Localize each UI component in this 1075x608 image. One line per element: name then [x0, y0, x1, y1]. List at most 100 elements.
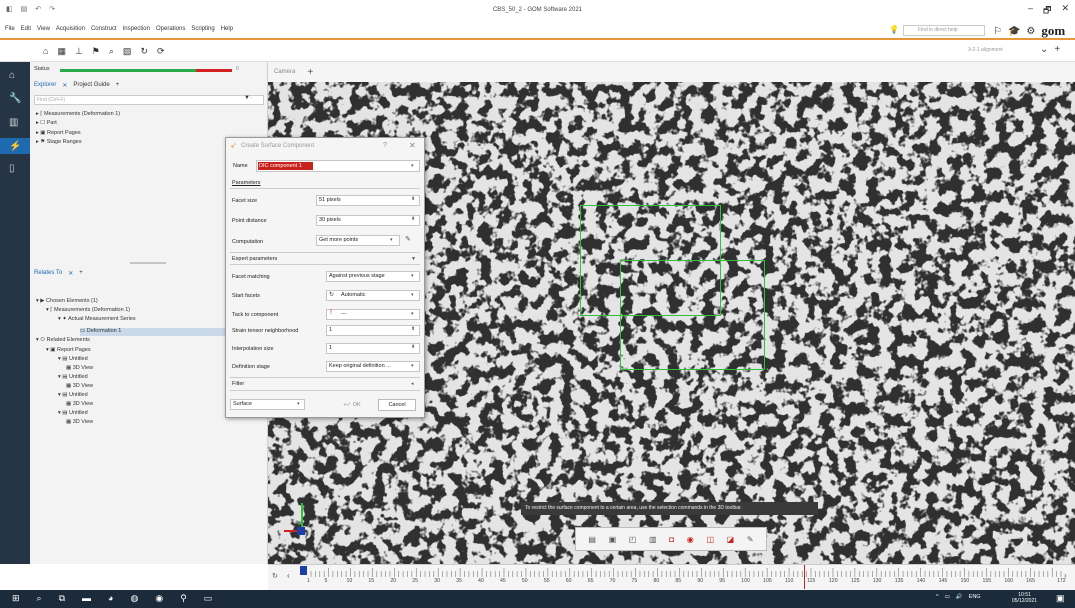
select-invert-icon[interactable]: ▥ [649, 535, 657, 544]
related-item[interactable]: ▾ ✦ Actual Measurement Series [58, 316, 136, 322]
add-tab-icon[interactable]: + [79, 270, 83, 277]
select-circle-icon[interactable]: ◉ [687, 535, 694, 544]
home-tool-icon[interactable]: ⌂ [43, 46, 48, 57]
network-icon[interactable]: ▭ [945, 594, 950, 600]
chevron-down-icon[interactable]: ▾ [297, 401, 300, 407]
related-item[interactable]: ▾ ▤ Untitled [58, 356, 88, 362]
stepper-icon[interactable]: ⬍ [411, 216, 415, 222]
tree-item-stage-ranges[interactable]: ▸ ⚑ Stage Ranges [36, 139, 82, 145]
related-item[interactable]: ▾ ⬭ Related Elements [36, 337, 90, 344]
related-item[interactable]: ▾ ▶ Chosen Elements (1) [36, 298, 98, 304]
related-item[interactable]: ▦ 3D View [66, 419, 93, 425]
facet-region-2[interactable] [620, 260, 765, 370]
graduation-cap-icon[interactable]: 🎓 [1008, 26, 1020, 37]
app-icon[interactable]: ◉ [155, 593, 163, 604]
tab-camera[interactable]: Camera [274, 69, 295, 75]
surface-select[interactable]: Surface [230, 399, 305, 410]
ok-button[interactable]: +✓ OK [334, 399, 370, 411]
close-icon[interactable]: ✕ [62, 82, 67, 89]
volume-icon[interactable]: 🔊 [956, 594, 963, 600]
facet-size-field[interactable]: 51 pixels [316, 195, 420, 206]
expert-parameters-heading[interactable]: Expert parameters [232, 256, 277, 262]
select-surface-icon[interactable]: ◘ [669, 535, 674, 544]
timeline-current-marker[interactable] [300, 566, 307, 575]
chevron-up-icon[interactable]: ^ [936, 594, 939, 600]
clock[interactable]: 10:51 05/12/2021 [1012, 592, 1037, 604]
cancel-button[interactable]: Cancel [378, 399, 416, 411]
related-item[interactable]: ▦ 3D View [66, 401, 93, 407]
inspect-icon[interactable]: ⚡ [9, 141, 21, 152]
chevron-left-icon[interactable]: ‹ [287, 571, 290, 580]
file-explorer-icon[interactable]: ▬ [82, 593, 91, 604]
dialog-close-icon[interactable]: ✕ [409, 141, 416, 150]
menu-operations[interactable]: Operations [156, 26, 185, 32]
related-item[interactable]: ▭ Deformation 1 [80, 328, 121, 334]
tree-item-report-pages[interactable]: ▸ ▣ Report Pages [36, 130, 81, 136]
edit-icon[interactable]: ✎ [405, 235, 411, 243]
chart-icon[interactable]: ▥ [9, 117, 18, 128]
menu-edit[interactable]: Edit [21, 26, 31, 32]
related-item[interactable]: ▦ 3D View [66, 365, 93, 371]
help-icon[interactable]: 💡 [889, 25, 899, 34]
point-distance-field[interactable]: 30 pixels [316, 215, 420, 226]
menu-file[interactable]: File [5, 26, 15, 32]
search-tool-icon[interactable]: ⌕ [109, 46, 114, 57]
add-tab-icon[interactable]: + [307, 67, 313, 78]
explorer-find-input[interactable]: Find (Ctrl+F) [34, 95, 264, 105]
related-item[interactable]: ▾ ▤ Untitled [58, 374, 88, 380]
chrome-icon[interactable]: ◕ [108, 593, 113, 604]
chevron-down-icon[interactable]: ▾ [411, 273, 414, 279]
alignment-selector[interactable]: 3-2-1 alignment [968, 47, 1003, 53]
add-icon[interactable]: + [1054, 44, 1060, 55]
related-item[interactable]: ▾ ⌈ Measurements (Deformation 1) [46, 307, 130, 313]
image-tool-icon[interactable]: ▧ [123, 46, 132, 57]
notification-icon[interactable]: ▣ [1056, 593, 1065, 604]
chevron-down-icon[interactable]: ▾ [390, 237, 393, 243]
windows-start-icon[interactable]: ⊞ [12, 593, 20, 604]
select-poly-icon[interactable]: ◰ [629, 535, 637, 544]
start-facets-select[interactable]: Automatic [326, 290, 420, 301]
deselect-icon[interactable]: ◪ [727, 535, 735, 544]
strain-field[interactable]: 1 [326, 325, 420, 336]
search-app-icon[interactable]: ⚲ [180, 593, 187, 604]
menu-view[interactable]: View [37, 26, 50, 32]
close-icon[interactable]: ✕ [68, 270, 73, 277]
related-item[interactable]: ▦ 3D View [66, 383, 93, 389]
chevron-down-icon[interactable]: ▾ [411, 163, 414, 169]
menu-acquisition[interactable]: Acquisition [56, 26, 85, 32]
select-all-icon[interactable]: ▤ [588, 535, 596, 544]
minimize-button[interactable]: – [1028, 3, 1033, 19]
tab-explorer[interactable]: Explorer [34, 82, 56, 89]
stepper-icon[interactable]: ⬍ [411, 326, 415, 332]
expand-icon[interactable]: ◂ [411, 381, 414, 387]
chevron-down-icon[interactable]: ▾ [411, 292, 414, 298]
flag-tool-icon[interactable]: ⚑ [92, 46, 100, 57]
settings-icon[interactable]: ⚙ [1026, 26, 1035, 37]
tab-relates-to[interactable]: Relates To [34, 270, 62, 277]
brush-icon[interactable]: ✎ [747, 535, 754, 544]
refresh-tool-icon[interactable]: ↻ [140, 46, 148, 57]
report-icon[interactable]: ▯ [9, 163, 15, 174]
refresh-icon[interactable]: ↻ [272, 572, 278, 580]
chevron-down-icon[interactable]: ⌄ [1040, 44, 1048, 55]
collapse-icon[interactable]: ▼ [411, 256, 416, 262]
related-item[interactable]: ▾ ▣ Report Pages [46, 347, 91, 353]
timeline-cursor[interactable] [804, 565, 805, 589]
filter-heading[interactable]: Filter [232, 381, 244, 387]
related-item[interactable]: ▾ ▤ Untitled [58, 410, 88, 416]
select-box-icon[interactable]: ◫ [706, 535, 714, 544]
gom-app-icon[interactable]: ◍ [130, 593, 138, 604]
tack-select[interactable]: --- [326, 309, 420, 320]
axis-tool-icon[interactable]: ⊥ [75, 46, 83, 57]
filter-icon[interactable]: ▼· [244, 95, 252, 101]
task-view-icon[interactable]: ⧉ [59, 593, 65, 604]
grid-tool-icon[interactable]: ▦ [57, 46, 66, 57]
add-tab-icon[interactable]: + [116, 82, 120, 89]
name-value[interactable]: DIC component 1 [258, 162, 313, 170]
close-button[interactable]: ✕ [1061, 3, 1069, 19]
tab-project-guide[interactable]: Project Guide [73, 82, 109, 89]
window-app-icon[interactable]: ▭ [204, 593, 213, 604]
stepper-icon[interactable]: ⬍ [411, 196, 415, 202]
computation-select[interactable]: Get more points [316, 235, 400, 246]
tree-item-measurements[interactable]: ▸ ⌈ Measurements (Deformation 1) [36, 111, 120, 117]
